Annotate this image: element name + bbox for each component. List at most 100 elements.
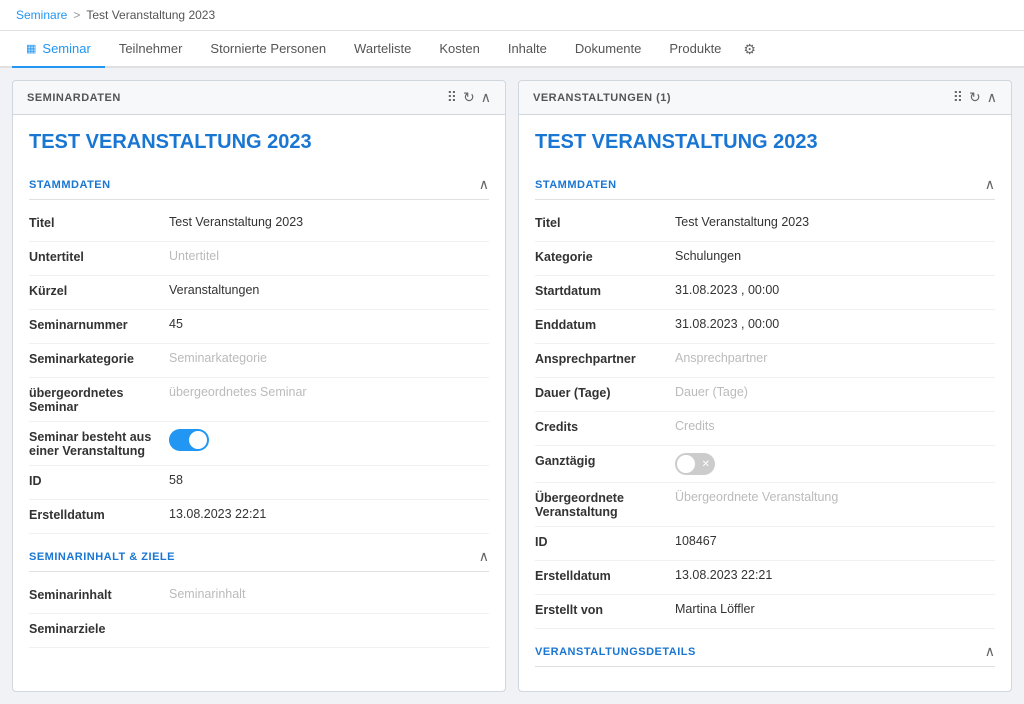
tab-teilnehmer[interactable]: Teilnehmer [105, 31, 197, 68]
tab-inhalte-label: Inhalte [508, 41, 547, 56]
right-panel-title: VERANSTALTUNGEN (1) [533, 92, 671, 104]
field-titel-value: Test Veranstaltung 2023 [169, 215, 489, 229]
field-erstelldatum-left-value: 13.08.2023 22:21 [169, 507, 489, 521]
left-seminarinhalt-header: SEMINARINHALT & ZIELE ∧ [29, 542, 489, 572]
field-kuerzel-label: Kürzel [29, 283, 169, 298]
right-field-uebergeordnete-value: Übergeordnete Veranstaltung [675, 490, 995, 504]
left-panel-body: TEST VERANSTALTUNG 2023 STAMMDATEN ∧ Tit… [13, 115, 505, 672]
tab-inhalte[interactable]: Inhalte [494, 31, 561, 68]
tab-warteliste[interactable]: Warteliste [340, 31, 425, 68]
field-seminarziele: Seminarziele [29, 614, 489, 648]
tab-kosten-label: Kosten [439, 41, 479, 56]
toggle-off[interactable] [675, 453, 715, 475]
ganztaegig-toggle[interactable] [675, 453, 715, 475]
field-untertitel-value: Untertitel [169, 249, 489, 263]
toggle-on[interactable] [169, 429, 209, 451]
field-uebergeordnetes-seminar-value: übergeordnetes Seminar [169, 385, 489, 399]
left-panel-title: SEMINARDATEN [27, 92, 121, 104]
besteht-aus-toggle[interactable] [169, 429, 209, 451]
left-seminarinhalt-section: SEMINARINHALT & ZIELE ∧ Seminarinhalt Se… [29, 542, 489, 648]
tab-warteliste-label: Warteliste [354, 41, 411, 56]
right-field-enddatum-label: Enddatum [535, 317, 675, 332]
toggle-off-circle [677, 455, 695, 473]
tab-dokumente[interactable]: Dokumente [561, 31, 655, 68]
right-field-erstellt-von-value: Martina Löffler [675, 602, 995, 616]
breadcrumb-current: Test Veranstaltung 2023 [86, 8, 215, 22]
right-field-dauer-value: Dauer (Tage) [675, 385, 995, 399]
right-field-ganztaegig-label: Ganztägig [535, 453, 675, 468]
right-stammdaten-collapse[interactable]: ∧ [985, 176, 995, 193]
right-field-titel-label: Titel [535, 215, 675, 230]
tab-stornierte-label: Stornierte Personen [210, 41, 326, 56]
field-uebergeordnetes-seminar: übergeordnetes Seminar übergeordnetes Se… [29, 378, 489, 422]
right-panel-actions: ⠿ ↻ ∧ [953, 89, 997, 106]
right-field-id-label: ID [535, 534, 675, 549]
right-field-erstellt-von-label: Erstellt von [535, 602, 675, 617]
right-field-dauer-label: Dauer (Tage) [535, 385, 675, 400]
left-seminarinhalt-collapse[interactable]: ∧ [479, 548, 489, 565]
left-stammdaten-section: STAMMDATEN ∧ Titel Test Veranstaltung 20… [29, 170, 489, 534]
right-panel-collapse-icon[interactable]: ∧ [987, 89, 997, 106]
right-field-credits-label: Credits [535, 419, 675, 434]
left-panel-grid-icon[interactable]: ⠿ [447, 89, 457, 106]
tab-seminar[interactable]: ▦ Seminar [12, 31, 105, 68]
left-stammdaten-collapse[interactable]: ∧ [479, 176, 489, 193]
right-field-enddatum-value: 31.08.2023 , 00:00 [675, 317, 995, 331]
right-field-erstellt-von: Erstellt von Martina Löffler [535, 595, 995, 629]
tab-produkte-label: Produkte [669, 41, 721, 56]
field-seminarnummer: Seminarnummer 45 [29, 310, 489, 344]
breadcrumb: Seminare > Test Veranstaltung 2023 [0, 0, 1024, 31]
field-seminarkategorie: Seminarkategorie Seminarkategorie [29, 344, 489, 378]
right-panel-refresh-icon[interactable]: ↻ [969, 89, 981, 106]
right-field-ansprechpartner: Ansprechpartner Ansprechpartner [535, 344, 995, 378]
toggle-on-circle [189, 431, 207, 449]
field-seminarinhalt-label: Seminarinhalt [29, 587, 169, 602]
tab-teilnehmer-label: Teilnehmer [119, 41, 183, 56]
right-panel: VERANSTALTUNGEN (1) ⠿ ↻ ∧ TEST VERANSTAL… [518, 80, 1012, 692]
right-field-dauer: Dauer (Tage) Dauer (Tage) [535, 378, 995, 412]
right-veranstaltungsdetails-label: VERANSTALTUNGSDETAILS [535, 646, 696, 658]
field-uebergeordnetes-seminar-label: übergeordnetes Seminar [29, 385, 169, 414]
field-erstelldatum-left-label: Erstelldatum [29, 507, 169, 522]
field-besteht-aus: Seminar besteht aus einer Veranstaltung [29, 422, 489, 466]
right-veranstaltungsdetails-collapse[interactable]: ∧ [985, 643, 995, 660]
left-stammdaten-header: STAMMDATEN ∧ [29, 170, 489, 200]
main-content: SEMINARDATEN ⠿ ↻ ∧ TEST VERANSTALTUNG 20… [0, 68, 1024, 704]
right-veranstaltungsdetails-section: VERANSTALTUNGSDETAILS ∧ [535, 637, 995, 667]
field-seminarinhalt: Seminarinhalt Seminarinhalt [29, 580, 489, 614]
left-panel-collapse-icon[interactable]: ∧ [481, 89, 491, 106]
field-seminarinhalt-value: Seminarinhalt [169, 587, 489, 601]
field-kuerzel-value: Veranstaltungen [169, 283, 489, 297]
field-id-left-value: 58 [169, 473, 489, 487]
tab-produkte[interactable]: Produkte [655, 31, 735, 68]
right-panel-grid-icon[interactable]: ⠿ [953, 89, 963, 106]
field-seminarkategorie-label: Seminarkategorie [29, 351, 169, 366]
left-panel: SEMINARDATEN ⠿ ↻ ∧ TEST VERANSTALTUNG 20… [12, 80, 506, 692]
field-id-left: ID 58 [29, 466, 489, 500]
right-stammdaten-header: STAMMDATEN ∧ [535, 170, 995, 200]
right-field-uebergeordnete-label: Übergeordnete Veranstaltung [535, 490, 675, 519]
right-field-id: ID 108467 [535, 527, 995, 561]
tab-stornierte[interactable]: Stornierte Personen [196, 31, 340, 68]
field-titel: Titel Test Veranstaltung 2023 [29, 208, 489, 242]
tab-seminar-label: Seminar [42, 41, 90, 56]
left-panel-refresh-icon[interactable]: ↻ [463, 89, 475, 106]
breadcrumb-link[interactable]: Seminare [16, 8, 67, 22]
right-panel-body: TEST VERANSTALTUNG 2023 STAMMDATEN ∧ Tit… [519, 115, 1011, 691]
tab-kosten[interactable]: Kosten [425, 31, 493, 68]
field-kuerzel: Kürzel Veranstaltungen [29, 276, 489, 310]
field-seminarkategorie-value: Seminarkategorie [169, 351, 489, 365]
right-field-startdatum-label: Startdatum [535, 283, 675, 298]
field-id-left-label: ID [29, 473, 169, 488]
right-field-ansprechpartner-value: Ansprechpartner [675, 351, 995, 365]
field-untertitel: Untertitel Untertitel [29, 242, 489, 276]
settings-gear-icon[interactable]: ⚙ [735, 31, 764, 68]
right-field-uebergeordnete: Übergeordnete Veranstaltung Übergeordnet… [535, 483, 995, 527]
left-panel-actions: ⠿ ↻ ∧ [447, 89, 491, 106]
field-erstelldatum-left: Erstelldatum 13.08.2023 22:21 [29, 500, 489, 534]
field-seminarnummer-label: Seminarnummer [29, 317, 169, 332]
right-field-enddatum: Enddatum 31.08.2023 , 00:00 [535, 310, 995, 344]
field-besteht-aus-label: Seminar besteht aus einer Veranstaltung [29, 429, 169, 458]
right-field-credits: Credits Credits [535, 412, 995, 446]
seminar-tab-icon: ▦ [26, 42, 36, 55]
